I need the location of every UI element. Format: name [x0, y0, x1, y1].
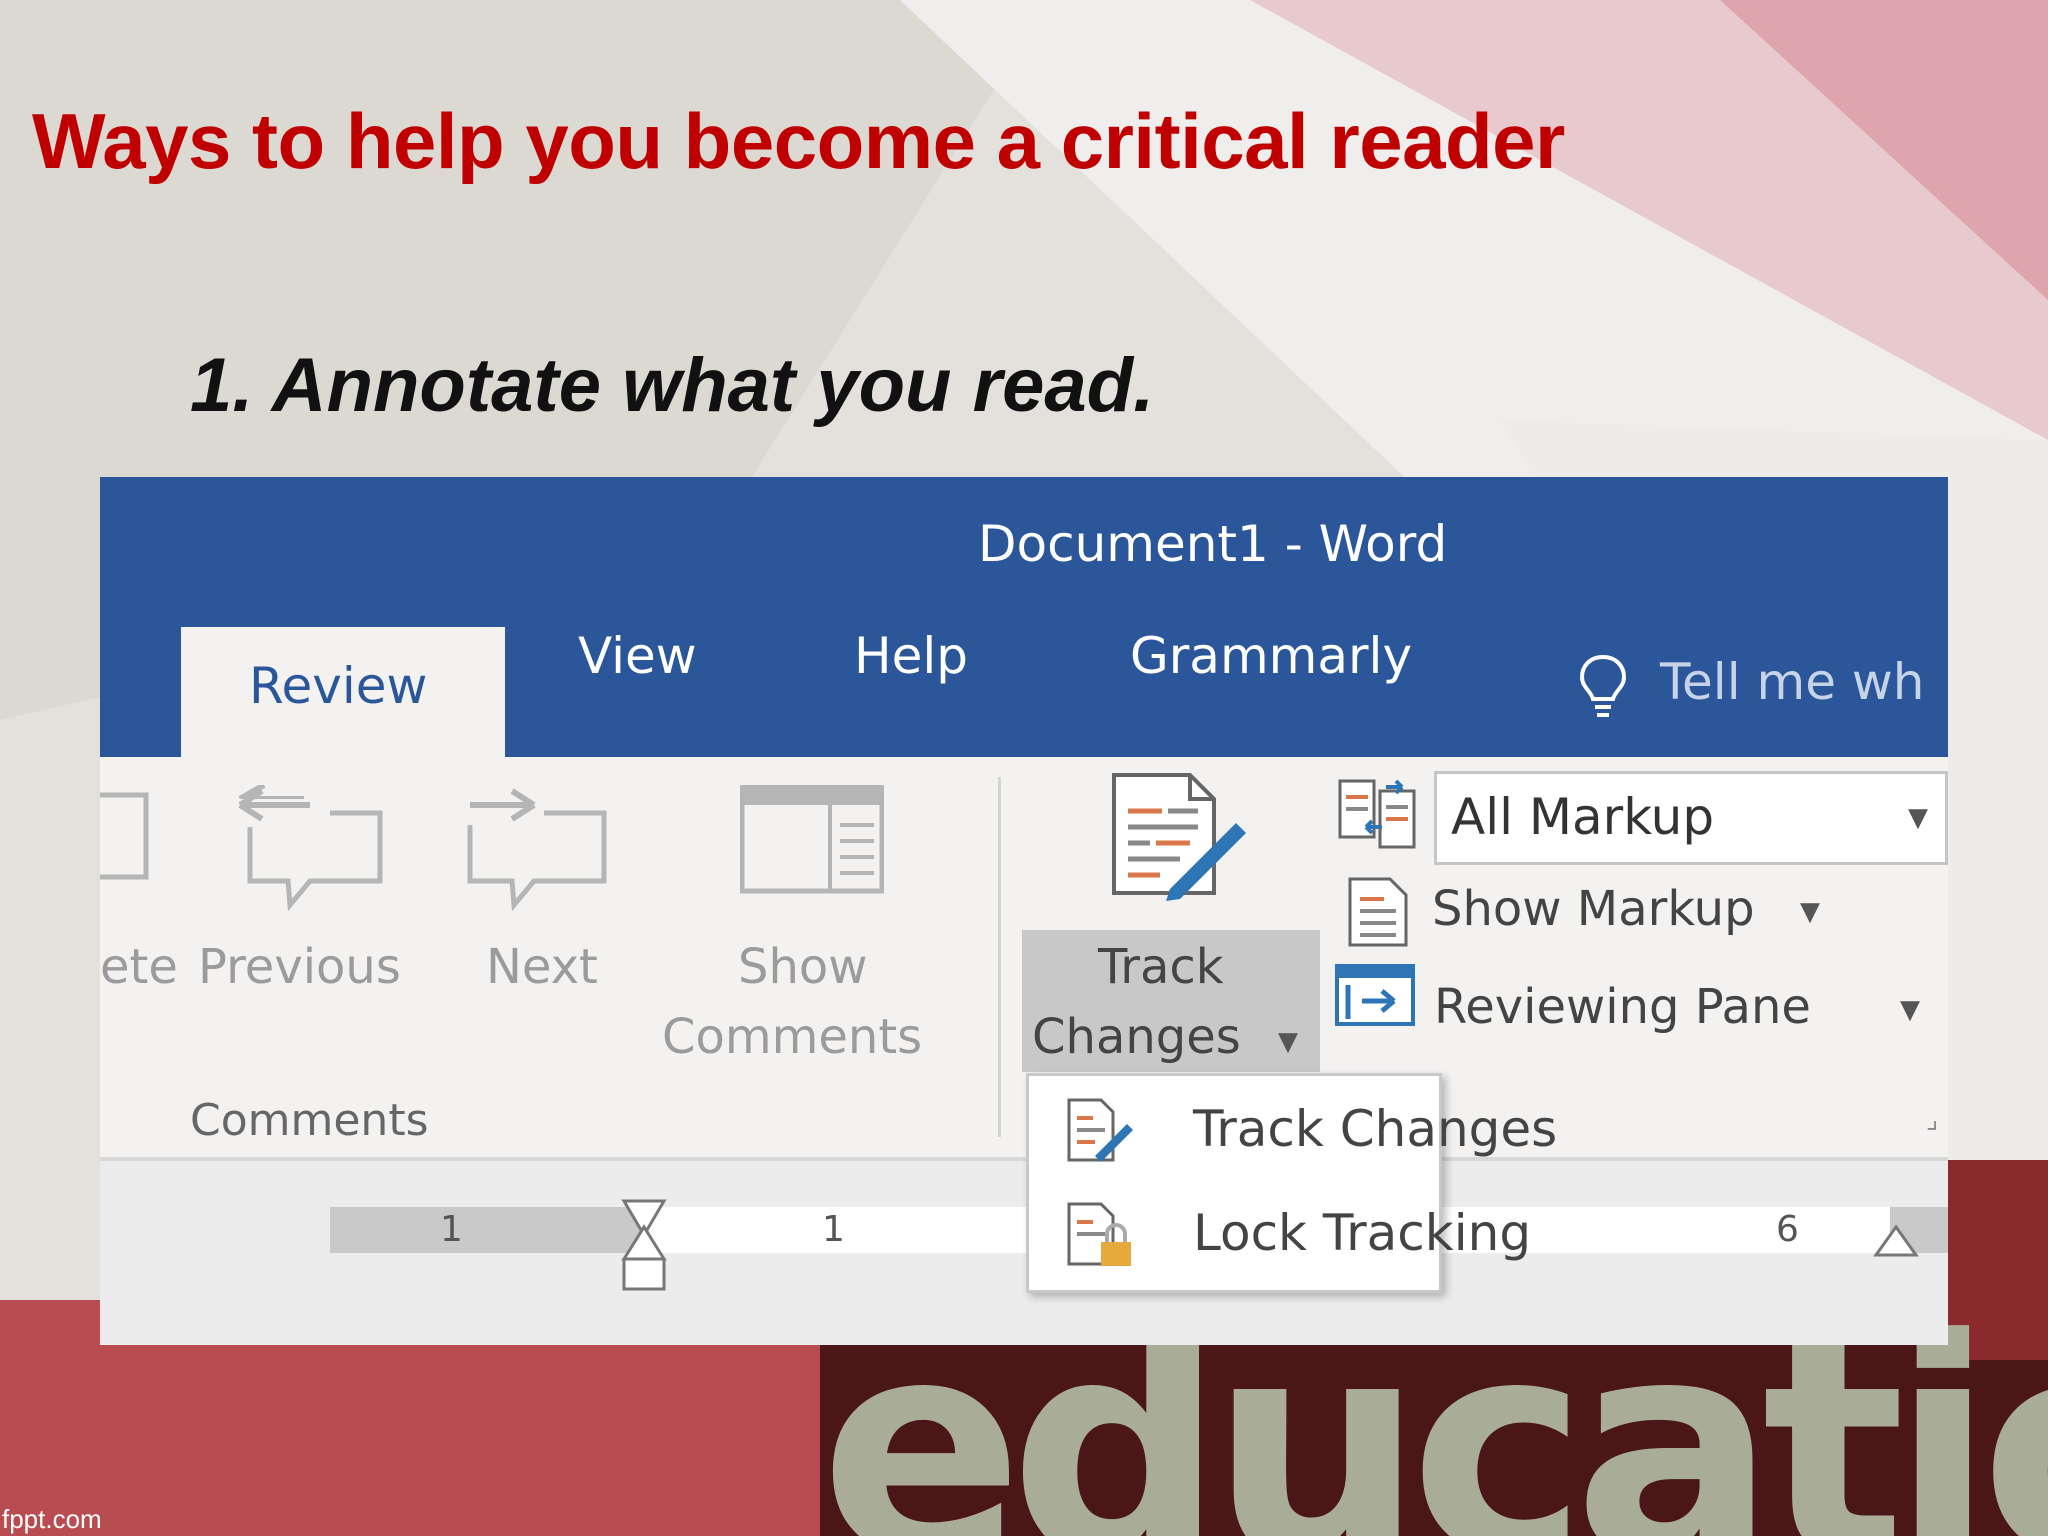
slide: Ways to help you become a critical reade…: [0, 0, 2048, 1536]
track-changes-icon: [1112, 773, 1246, 901]
word-screenshot: Document1 - Word Review View Help Gramma…: [100, 477, 1948, 1345]
tab-help[interactable]: Help: [854, 627, 968, 685]
markup-select-value: All Markup: [1451, 788, 1715, 846]
tab-review[interactable]: Review: [181, 627, 505, 757]
bullet-point: 1. Annotate what you read.: [190, 343, 1155, 428]
ribbon: ete Previous Next Show Comments Comments…: [100, 757, 1948, 1157]
track-changes-chevron-down-icon[interactable]: ▼: [1278, 1027, 1298, 1057]
track-changes-icon: [1067, 1098, 1133, 1162]
track-changes-label-2[interactable]: Changes: [1032, 1009, 1241, 1065]
tell-me-box[interactable]: Tell me wh: [1660, 653, 1924, 711]
lock-tracking-icon: [1067, 1202, 1131, 1266]
dialog-launcher-icon[interactable]: ⌟: [1926, 1105, 1938, 1135]
lock-tracking-menu-item[interactable]: Lock Tracking: [1193, 1204, 1531, 1262]
group-divider: [998, 777, 1001, 1137]
previous-label[interactable]: Previous: [198, 939, 401, 995]
delete-comment-label[interactable]: ete: [100, 939, 178, 995]
tab-review-label: Review: [249, 657, 428, 715]
show-comments-icon[interactable]: [740, 785, 884, 895]
track-changes-dropdown: Track Changes Lock Tracking: [1026, 1073, 1557, 1293]
ruler-area: 1 1 6: [100, 1157, 1948, 1345]
track-changes-label-1[interactable]: Track: [1098, 939, 1224, 995]
reviewing-pane-button[interactable]: Reviewing Pane: [1434, 979, 1811, 1035]
delete-comment-icon: [100, 792, 149, 880]
track-changes-menu-item[interactable]: Track Changes: [1193, 1100, 1557, 1158]
ruler-tick-label: 1: [822, 1209, 845, 1250]
reviewing-pane-chevron-down-icon[interactable]: ▼: [1900, 995, 1920, 1025]
ruler-left-margin: [330, 1207, 644, 1253]
lightbulb-icon: [1579, 654, 1627, 717]
credit-text: fppt.com: [2, 1504, 102, 1534]
show-comments-label-2[interactable]: Comments: [662, 1009, 922, 1065]
next-comment-icon[interactable]: [464, 785, 620, 911]
title-bar: Document1 - Word Review View Help Gramma…: [100, 477, 1948, 757]
show-markup-chevron-down-icon[interactable]: ▼: [1800, 897, 1820, 927]
show-markup-button[interactable]: Show Markup: [1432, 881, 1755, 937]
window-title: Document1 - Word: [978, 515, 1448, 573]
ruler-tick-label: 6: [1776, 1209, 1799, 1250]
comments-group-label: Comments: [190, 1095, 429, 1146]
previous-comment-icon[interactable]: [230, 785, 386, 911]
show-comments-label-1[interactable]: Show: [738, 939, 868, 995]
right-indent-marker-icon[interactable]: [1872, 1223, 1920, 1259]
tab-view[interactable]: View: [578, 627, 697, 685]
ribbon-bottom-border: [100, 1157, 1948, 1161]
indent-marker-icon[interactable]: [620, 1197, 668, 1293]
show-markup-icon: [1348, 877, 1408, 947]
next-label[interactable]: Next: [486, 939, 598, 995]
reviewing-pane-icon: [1335, 964, 1415, 1026]
slide-title: Ways to help you become a critical reade…: [32, 97, 1565, 185]
tab-grammarly[interactable]: Grammarly: [1130, 627, 1412, 685]
ruler-tick-label: 1: [440, 1209, 463, 1250]
markup-select[interactable]: All Markup: [1434, 771, 1948, 865]
display-for-review-icon: [1338, 779, 1416, 849]
markup-select-chevron-down-icon[interactable]: ▼: [1908, 803, 1928, 833]
